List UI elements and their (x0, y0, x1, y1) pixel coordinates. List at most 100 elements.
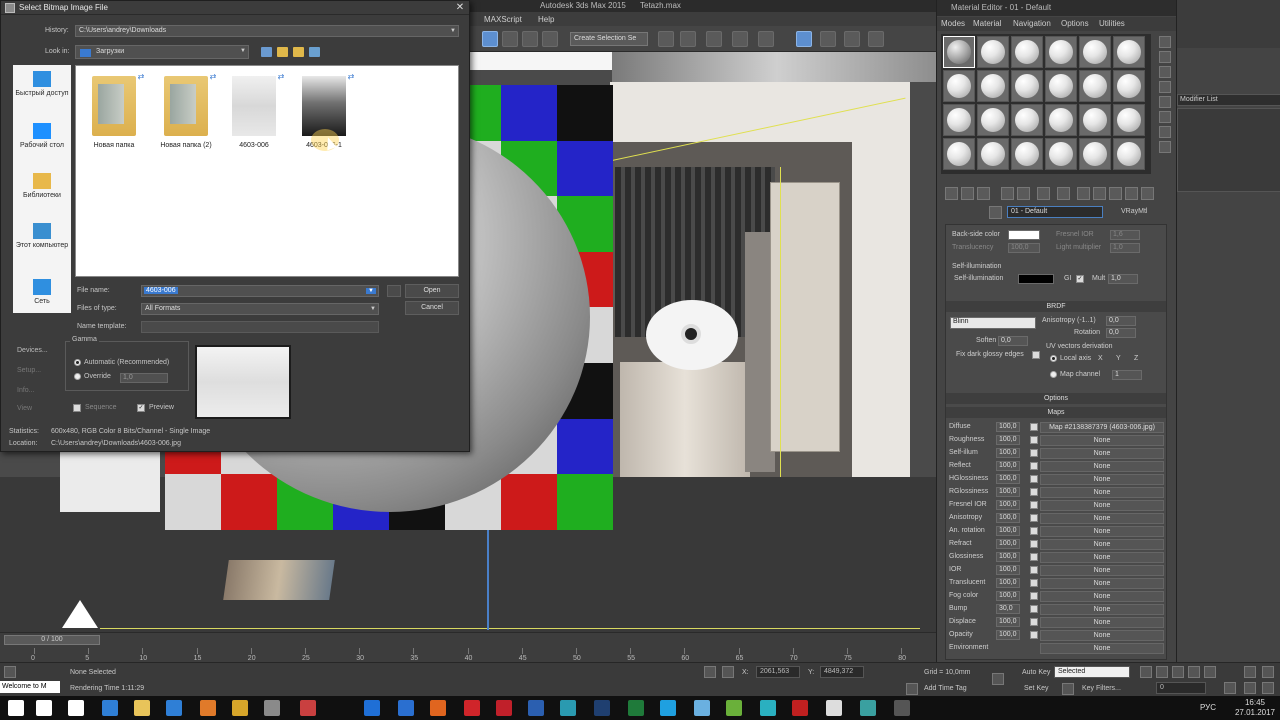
zoom-all-icon[interactable] (1262, 666, 1274, 678)
files-of-type-dropdown[interactable]: All Formats ▼ (141, 303, 379, 315)
material-sample-slot[interactable] (1113, 36, 1145, 68)
material-sample-slot[interactable] (977, 104, 1009, 136)
previous-frame-icon[interactable] (1156, 666, 1168, 678)
material-sample-slot[interactable] (1079, 138, 1111, 170)
map-amount-field[interactable]: 100,0 (996, 448, 1020, 458)
ribbon-icon[interactable] (732, 31, 748, 47)
app-white-icon[interactable] (826, 700, 842, 716)
edit-named-selection-icon[interactable] (542, 31, 558, 47)
backlight-icon[interactable] (1159, 51, 1171, 63)
map-enable-checkbox[interactable] (1030, 553, 1038, 561)
me-menu-material[interactable]: Material (973, 19, 1001, 28)
material-name-field[interactable]: 01 - Default (1007, 206, 1103, 218)
map-enable-checkbox[interactable] (1030, 566, 1038, 574)
options-rollout[interactable]: Options (946, 393, 1166, 404)
windows-start-icon[interactable] (8, 700, 24, 716)
map-button[interactable]: None (1040, 565, 1164, 576)
map-amount-field[interactable]: 30,0 (996, 604, 1020, 614)
fix-dark-glossy-checkbox[interactable] (1032, 351, 1040, 359)
map-amount-field[interactable]: 100,0 (996, 487, 1020, 497)
auto-key-button[interactable]: Auto Key (1022, 669, 1050, 676)
play-icon[interactable] (1172, 666, 1184, 678)
cancel-button[interactable]: Cancel (405, 301, 459, 315)
reset-map-icon[interactable] (1001, 187, 1014, 200)
map-button[interactable]: None (1040, 591, 1164, 602)
modifier-stack[interactable] (1177, 108, 1280, 192)
map-amount-field[interactable]: 100,0 (996, 422, 1020, 432)
axis-x-button[interactable]: X (1098, 355, 1103, 362)
filename-options-button[interactable] (387, 285, 401, 297)
file-list[interactable]: ⇄ Новая папка ⇄ Новая папка (2) ⇄ 4603-006 ⇄ 46… (75, 65, 459, 277)
local-axis-radio[interactable] (1050, 355, 1057, 362)
material-sample-slot[interactable] (943, 36, 975, 68)
material-sample-slot[interactable] (1079, 104, 1111, 136)
map-enable-checkbox[interactable] (1030, 423, 1038, 431)
history-dropdown[interactable]: C:\Users\andrey\Downloads ▼ (75, 25, 459, 37)
material-sample-slot[interactable] (943, 104, 975, 136)
map-enable-checkbox[interactable] (1030, 592, 1038, 600)
material-sample-slot[interactable] (1011, 138, 1043, 170)
map-button[interactable]: None (1040, 474, 1164, 485)
place-this-pc[interactable]: Этот компьютер (13, 223, 71, 250)
map-amount-field[interactable]: 100,0 (996, 578, 1020, 588)
clock[interactable]: 16:45 27.01.2017 (1232, 698, 1278, 718)
material-sample-slot[interactable] (977, 36, 1009, 68)
maxscript-listener-icon[interactable] (4, 666, 16, 678)
info-button[interactable]: Info... (7, 387, 63, 399)
eyedropper-icon[interactable] (989, 206, 1002, 219)
map-enable-checkbox[interactable] (1030, 540, 1038, 548)
map-button[interactable]: None (1040, 487, 1164, 498)
map-enable-checkbox[interactable] (1030, 605, 1038, 613)
map-enable-checkbox[interactable] (1030, 527, 1038, 535)
material-sample-slot[interactable] (1113, 104, 1145, 136)
time-slider[interactable]: 0 / 100 (4, 635, 100, 645)
go-to-end-icon[interactable] (1204, 666, 1216, 678)
material-sample-slot[interactable] (1113, 70, 1145, 102)
map-amount-field[interactable]: 100,0 (996, 630, 1020, 640)
show-end-result-icon[interactable] (1093, 187, 1106, 200)
brdf-type-dropdown[interactable]: Blinn (950, 317, 1036, 329)
map-amount-field[interactable]: 100,0 (996, 526, 1020, 536)
video-color-check-icon[interactable] (1159, 96, 1171, 108)
menu-maxscript[interactable]: MAXScript (484, 15, 522, 24)
layer-manager-icon[interactable] (706, 31, 722, 47)
image-file-item[interactable]: ⇄ 4603-006 (220, 72, 288, 152)
key-filters-button[interactable]: Key Filters... (1082, 685, 1121, 692)
make-unique-icon[interactable] (1017, 187, 1030, 200)
place-desktop[interactable]: Рабочий стол (13, 123, 71, 150)
mirror-icon[interactable] (658, 31, 674, 47)
app-dark-icon[interactable] (894, 700, 910, 716)
next-frame-icon[interactable] (1188, 666, 1200, 678)
spinner-snap-icon[interactable] (522, 31, 538, 47)
render-setup-icon[interactable] (820, 31, 836, 47)
brdf-rollout[interactable]: BRDF (946, 301, 1166, 312)
close-icon[interactable]: ✕ (453, 1, 467, 14)
go-to-parent-icon[interactable] (1109, 187, 1122, 200)
material-sample-slot[interactable] (1079, 70, 1111, 102)
opera-icon[interactable] (464, 700, 480, 716)
sequence-checkbox[interactable] (73, 404, 81, 412)
app-lightblue-icon[interactable] (694, 700, 710, 716)
material-id-channel-icon[interactable] (1057, 187, 1070, 200)
maps-rollout[interactable]: Maps (946, 407, 1166, 418)
map-enable-checkbox[interactable] (1030, 488, 1038, 496)
map-button[interactable]: None (1040, 500, 1164, 511)
x-coord-field[interactable]: 2061,563 (756, 666, 800, 678)
put-to-library-icon[interactable] (1037, 187, 1050, 200)
put-to-scene-icon[interactable] (961, 187, 974, 200)
set-key-icon[interactable] (992, 673, 1004, 685)
map-amount-field[interactable]: 100,0 (996, 461, 1020, 471)
map-enable-checkbox[interactable] (1030, 618, 1038, 626)
map-button[interactable]: None (1040, 578, 1164, 589)
map-amount-field[interactable]: 100,0 (996, 513, 1020, 523)
task-view-icon[interactable] (68, 700, 84, 716)
skype-icon[interactable] (660, 700, 676, 716)
acrobat-icon[interactable] (496, 700, 512, 716)
search-icon[interactable] (36, 700, 52, 716)
key-icon[interactable] (1062, 683, 1074, 695)
map-channel-radio[interactable] (1050, 371, 1057, 378)
gamma-automatic-radio[interactable] (74, 359, 81, 366)
app-blue-circle-icon[interactable] (364, 700, 380, 716)
app-multi-icon[interactable] (300, 700, 316, 716)
app-blue-icon[interactable] (398, 700, 414, 716)
